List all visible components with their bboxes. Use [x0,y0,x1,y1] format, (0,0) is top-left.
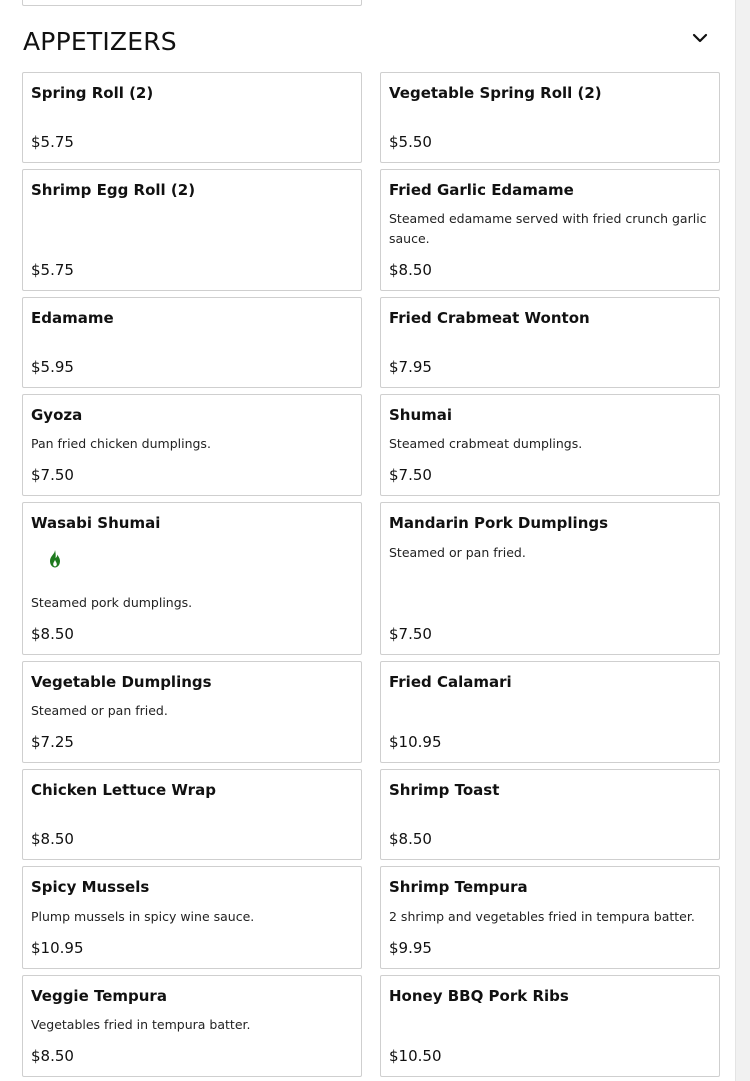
item-description: Vegetables fried in tempura batter. [31,1017,251,1032]
item-description: Plump mussels in spicy wine sauce. [31,909,255,924]
item-price: $8.50 [31,625,74,643]
item-price: $7.25 [31,733,74,751]
menu-item-card[interactable]: Fried Garlic Edamame Steamed edamame ser… [380,169,720,291]
menu-item-card[interactable]: Fried Crabmeat Wonton $7.95 [380,297,720,388]
item-price: $5.75 [31,133,74,151]
item-name: Spring Roll (2) [31,84,154,102]
item-description: Steamed or pan fried. [389,545,526,560]
item-name: Veggie Tempura [31,987,167,1005]
menu-item-card[interactable]: Spicy Mussels Plump mussels in spicy win… [22,866,362,969]
menu-item-card[interactable]: Shrimp Toast $8.50 [380,769,720,860]
item-price: $5.50 [389,133,432,151]
item-name: Wasabi Shumai [31,514,161,532]
menu-item-card[interactable]: Vegetable Spring Roll (2) $5.50 [380,72,720,163]
item-name: Mandarin Pork Dumplings [389,514,609,532]
item-price: $5.75 [31,261,74,279]
item-price: $8.50 [389,830,432,848]
item-description: Steamed or pan fried. [31,703,168,718]
item-description: Steamed edamame served with fried crunch… [389,211,707,246]
item-price: $10.95 [31,939,84,957]
item-price: $10.95 [389,733,442,751]
menu-item-card[interactable]: Gyoza Pan fried chicken dumplings. $7.50 [22,394,362,496]
item-name: Shrimp Tempura [389,878,528,896]
menu-item-card[interactable]: Shumai Steamed crabmeat dumplings. $7.50 [380,394,720,496]
item-price: $10.50 [389,1047,442,1065]
item-name: Honey BBQ Pork Ribs [389,987,569,1005]
item-price: $8.50 [31,830,74,848]
previous-section-card[interactable] [22,0,362,6]
item-name: Fried Calamari [389,673,512,691]
item-price: $8.50 [31,1047,74,1065]
page-scrollbar[interactable] [735,0,750,1081]
item-description: 2 shrimp and vegetables fried in tempura… [389,909,695,924]
menu-item-card[interactable]: Wasabi Shumai Steamed pork dumplings. $8… [22,502,362,655]
chevron-down-icon[interactable] [690,28,710,48]
section-header-appetizers[interactable]: APPETIZERS [22,24,720,60]
item-name: Edamame [31,309,114,327]
item-name: Shrimp Toast [389,781,500,799]
item-name: Fried Crabmeat Wonton [389,309,590,327]
section-title: APPETIZERS [23,27,177,56]
item-name: Gyoza [31,406,83,424]
item-price: $7.50 [389,625,432,643]
menu-item-card[interactable]: Shrimp Tempura 2 shrimp and vegetables f… [380,866,720,969]
menu-item-card[interactable]: Chicken Lettuce Wrap $8.50 [22,769,362,860]
item-description: Steamed pork dumplings. [31,595,193,610]
menu-item-card[interactable]: Shrimp Egg Roll (2) $5.75 [22,169,362,291]
menu-item-card[interactable]: Veggie Tempura Vegetables fried in tempu… [22,975,362,1077]
menu-item-card[interactable]: Vegetable Dumplings Steamed or pan fried… [22,661,362,763]
item-name: Vegetable Spring Roll (2) [389,84,602,102]
item-price: $7.95 [389,358,432,376]
item-name: Shumai [389,406,453,424]
menu-item-card[interactable]: Fried Calamari $10.95 [380,661,720,763]
menu-item-card[interactable]: Mandarin Pork Dumplings Steamed or pan f… [380,502,720,655]
spicy-flame-icon [47,549,63,569]
item-description: Steamed crabmeat dumplings. [389,436,583,451]
menu-item-card[interactable]: Edamame $5.95 [22,297,362,388]
item-name: Vegetable Dumplings [31,673,212,691]
item-price: $7.50 [31,466,74,484]
item-price: $5.95 [31,358,74,376]
item-name: Spicy Mussels [31,878,150,896]
item-price: $9.95 [389,939,432,957]
item-name: Shrimp Egg Roll (2) [31,181,196,199]
menu-item-card[interactable]: Honey BBQ Pork Ribs $10.50 [380,975,720,1077]
item-price: $8.50 [389,261,432,279]
item-name: Chicken Lettuce Wrap [31,781,216,799]
menu-item-card[interactable]: Spring Roll (2) $5.75 [22,72,362,163]
item-description: Pan fried chicken dumplings. [31,436,211,451]
item-name: Fried Garlic Edamame [389,181,574,199]
item-price: $7.50 [389,466,432,484]
